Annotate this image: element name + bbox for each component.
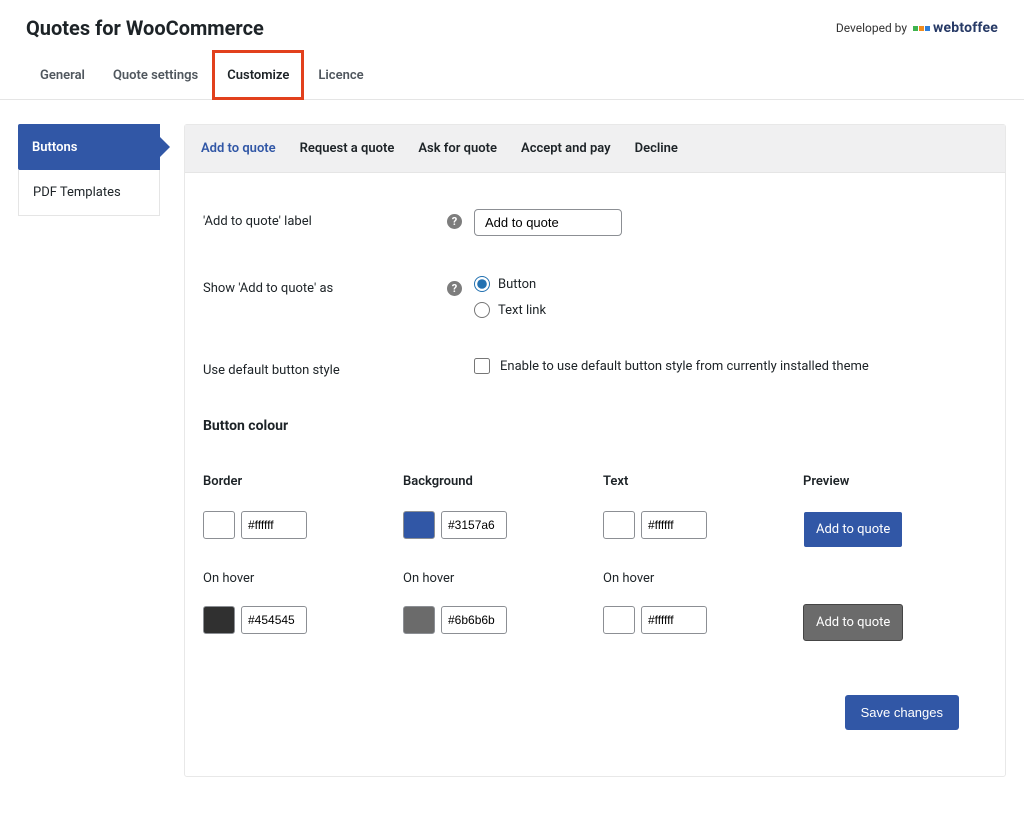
logo-icon	[913, 26, 930, 31]
border-hover-hex-input[interactable]	[241, 606, 307, 634]
tab-general[interactable]: General	[26, 50, 99, 99]
page-title: Quotes for WooCommerce	[26, 16, 264, 40]
sub-tabs: Add to quote Request a quote Ask for quo…	[185, 125, 1005, 173]
text-swatch[interactable]	[603, 511, 635, 539]
default-style-checkbox-row[interactable]: Enable to use default button style from …	[474, 358, 869, 374]
tab-licence[interactable]: Licence	[304, 50, 377, 99]
text-heading: Text	[603, 474, 753, 489]
text-hover-label: On hover	[603, 571, 753, 586]
radio-text-link[interactable]: Text link	[474, 302, 546, 318]
preview-button-hover: Add to quote	[803, 604, 903, 641]
radio-text-link-input[interactable]	[474, 302, 490, 318]
label-default-style: Use default button style	[199, 358, 447, 378]
radio-button-label: Button	[498, 277, 536, 292]
subtab-request-a-quote[interactable]: Request a quote	[288, 125, 407, 172]
developed-by-text: Developed by	[836, 21, 907, 35]
webtoffee-logo[interactable]: webtoffee	[913, 20, 998, 36]
border-hex-input[interactable]	[241, 511, 307, 539]
border-swatch[interactable]	[203, 511, 235, 539]
subtab-decline[interactable]: Decline	[623, 125, 690, 172]
text-hover-swatch[interactable]	[603, 606, 635, 634]
background-heading: Background	[403, 474, 553, 489]
background-hex-input[interactable]	[441, 511, 507, 539]
text-hover-hex-input[interactable]	[641, 606, 707, 634]
tab-customize[interactable]: Customize	[212, 50, 304, 100]
subtab-add-to-quote[interactable]: Add to quote	[189, 125, 288, 172]
sidebar-item-buttons[interactable]: Buttons	[18, 124, 160, 170]
border-heading: Border	[203, 474, 353, 489]
background-hover-label: On hover	[403, 571, 553, 586]
subtab-accept-and-pay[interactable]: Accept and pay	[509, 125, 623, 172]
preview-heading: Preview	[803, 474, 933, 489]
tab-quote-settings[interactable]: Quote settings	[99, 50, 212, 99]
subtab-ask-for-quote[interactable]: Ask for quote	[406, 125, 509, 172]
preview-button-normal: Add to quote	[803, 511, 903, 548]
sidebar: Buttons PDF Templates	[18, 124, 160, 216]
text-hex-input[interactable]	[641, 511, 707, 539]
default-style-checkbox[interactable]	[474, 358, 490, 374]
developed-by: Developed by webtoffee	[836, 20, 998, 36]
radio-button-input[interactable]	[474, 276, 490, 292]
radio-button[interactable]: Button	[474, 276, 546, 292]
sidebar-item-pdf-templates[interactable]: PDF Templates	[18, 170, 160, 216]
main-panel: Add to quote Request a quote Ask for quo…	[184, 124, 1006, 777]
border-hover-swatch[interactable]	[203, 606, 235, 634]
label-show-as: Show 'Add to quote' as	[199, 276, 447, 296]
logo-text: webtoffee	[933, 20, 998, 36]
radio-text-link-label: Text link	[498, 303, 546, 318]
help-icon[interactable]: ?	[447, 281, 462, 296]
border-hover-label: On hover	[203, 571, 353, 586]
add-to-quote-label-input[interactable]	[474, 209, 622, 236]
save-changes-button[interactable]: Save changes	[845, 695, 959, 730]
background-hover-hex-input[interactable]	[441, 606, 507, 634]
help-icon[interactable]: ?	[447, 214, 462, 229]
default-style-check-label: Enable to use default button style from …	[500, 359, 869, 374]
background-hover-swatch[interactable]	[403, 606, 435, 634]
button-colour-heading: Button colour	[203, 418, 975, 434]
background-swatch[interactable]	[403, 511, 435, 539]
main-tabs: General Quote settings Customize Licence	[0, 50, 1024, 100]
label-add-to-quote-label: 'Add to quote' label	[199, 209, 447, 229]
